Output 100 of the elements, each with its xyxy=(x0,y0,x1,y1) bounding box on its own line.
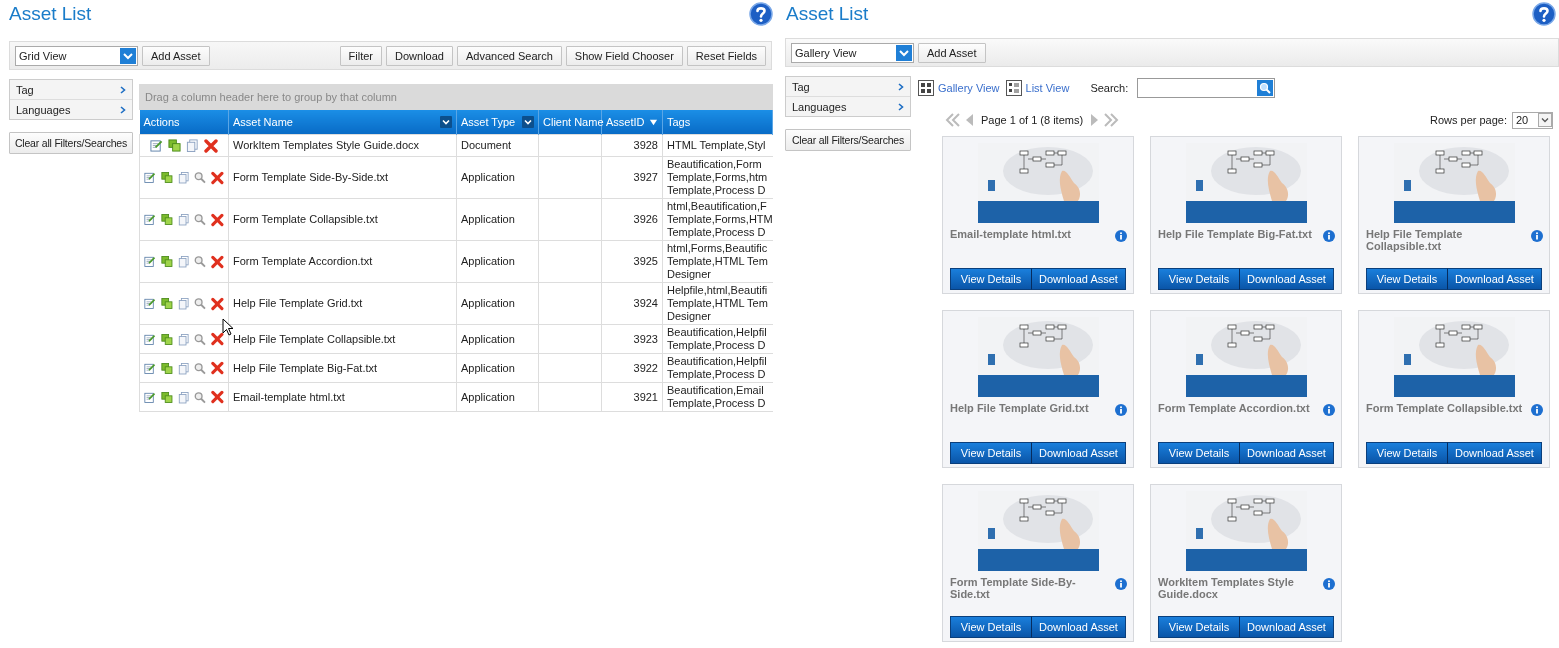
add-asset-button[interactable]: Add Asset xyxy=(918,42,986,63)
column-header[interactable]: Asset Name xyxy=(228,110,457,135)
toolbar-button[interactable]: Filter xyxy=(339,45,383,66)
download-asset-button[interactable]: Download Asset xyxy=(1448,442,1542,464)
edit-icon[interactable] xyxy=(144,332,156,346)
magnifier-icon[interactable] xyxy=(194,171,207,184)
info-icon[interactable] xyxy=(1531,230,1543,242)
column-header[interactable]: Asset Type xyxy=(456,110,539,135)
magnifier-icon[interactable] xyxy=(194,332,207,346)
copy-icon[interactable] xyxy=(160,332,173,346)
delete-icon[interactable] xyxy=(211,332,224,346)
pages-icon[interactable] xyxy=(177,390,190,404)
toolbar-button[interactable]: Download xyxy=(386,45,453,66)
table-cell-text: Template,Process D xyxy=(667,184,767,197)
download-asset-button[interactable]: Download Asset xyxy=(1240,268,1334,290)
list-view-icon[interactable] xyxy=(1005,80,1022,96)
download-asset-button[interactable]: Download Asset xyxy=(1032,442,1126,464)
magnifier-icon[interactable] xyxy=(194,390,207,404)
download-asset-button[interactable]: Download Asset xyxy=(1032,616,1126,638)
clear-filters-button[interactable]: Clear all Filters/Searches xyxy=(785,129,911,151)
column-header[interactable]: Client Name xyxy=(538,110,602,135)
edit-icon[interactable] xyxy=(144,171,156,184)
info-icon[interactable] xyxy=(1323,578,1335,590)
view-details-button[interactable]: View Details xyxy=(1158,442,1240,464)
info-icon[interactable] xyxy=(1323,404,1335,416)
delete-icon[interactable] xyxy=(211,296,224,311)
view-details-button[interactable]: View Details xyxy=(1158,616,1240,638)
sort-descending-icon[interactable] xyxy=(649,117,658,127)
filter-item[interactable]: Languages xyxy=(10,100,132,119)
edit-icon[interactable] xyxy=(144,361,156,375)
download-asset-button[interactable]: Download Asset xyxy=(1032,268,1126,290)
copy-icon[interactable] xyxy=(160,390,173,404)
help-icon[interactable] xyxy=(749,2,773,26)
download-asset-button[interactable]: Download Asset xyxy=(1240,616,1334,638)
info-icon[interactable] xyxy=(1531,404,1543,416)
view-details-button[interactable]: View Details xyxy=(950,268,1032,290)
delete-icon[interactable] xyxy=(211,170,224,185)
filter-item[interactable]: Languages xyxy=(786,97,910,116)
pages-icon[interactable] xyxy=(177,213,190,226)
copy-icon[interactable] xyxy=(160,361,173,375)
edit-icon[interactable] xyxy=(144,213,156,226)
pages-icon[interactable] xyxy=(186,139,199,152)
view-details-button[interactable]: View Details xyxy=(950,442,1032,464)
delete-icon[interactable] xyxy=(204,138,218,153)
download-asset-button[interactable]: Download Asset xyxy=(1240,442,1334,464)
magnifier-icon[interactable] xyxy=(194,255,207,268)
filter-item[interactable]: Tag xyxy=(786,77,910,97)
magnifier-icon[interactable] xyxy=(194,297,207,310)
first-page-icon[interactable] xyxy=(945,113,961,127)
help-icon[interactable] xyxy=(1532,2,1556,26)
view-link[interactable]: List View xyxy=(1025,82,1070,94)
pages-icon[interactable] xyxy=(177,297,190,310)
view-details-button[interactable]: View Details xyxy=(1366,268,1448,290)
view-link[interactable]: Gallery View xyxy=(938,82,1000,94)
clear-filters-button[interactable]: Clear all Filters/Searches xyxy=(9,132,133,154)
delete-icon[interactable] xyxy=(211,212,224,227)
column-menu-icon[interactable] xyxy=(440,116,452,128)
view-details-button[interactable]: View Details xyxy=(1366,442,1448,464)
edit-icon[interactable] xyxy=(150,139,163,152)
search-icon[interactable] xyxy=(1257,80,1274,96)
view-dropdown[interactable]: Gallery View xyxy=(791,42,914,63)
edit-icon[interactable] xyxy=(144,255,156,268)
copy-icon[interactable] xyxy=(160,297,173,310)
pages-icon[interactable] xyxy=(177,361,190,375)
copy-icon[interactable] xyxy=(160,171,173,184)
info-icon[interactable] xyxy=(1323,230,1335,242)
toolbar-button[interactable]: Show Field Chooser xyxy=(565,45,683,66)
column-header[interactable]: Tags xyxy=(662,110,773,135)
search-field[interactable] xyxy=(1137,78,1276,98)
pages-icon[interactable] xyxy=(177,332,190,346)
rows-per-page-dropdown[interactable]: 20 xyxy=(1512,111,1553,129)
edit-icon[interactable] xyxy=(144,297,156,310)
pages-icon[interactable] xyxy=(177,255,190,268)
magnifier-icon[interactable] xyxy=(194,213,207,226)
view-details-button[interactable]: View Details xyxy=(1158,268,1240,290)
filter-item[interactable]: Tag xyxy=(10,80,132,100)
delete-icon[interactable] xyxy=(211,361,224,375)
copy-icon[interactable] xyxy=(160,213,173,226)
edit-icon[interactable] xyxy=(144,390,156,404)
column-menu-icon[interactable] xyxy=(522,116,534,128)
copy-icon[interactable] xyxy=(168,139,181,152)
last-page-icon[interactable] xyxy=(1103,113,1120,127)
toolbar-button[interactable]: Reset Fields xyxy=(686,45,766,66)
next-page-icon[interactable] xyxy=(1090,114,1099,126)
info-icon[interactable] xyxy=(1115,230,1127,242)
download-asset-button[interactable]: Download Asset xyxy=(1448,268,1542,290)
previous-page-icon[interactable] xyxy=(966,114,974,126)
pages-icon[interactable] xyxy=(177,171,190,184)
view-dropdown[interactable]: Grid View xyxy=(15,45,138,66)
delete-icon[interactable] xyxy=(211,390,224,404)
add-asset-button[interactable]: Add Asset xyxy=(142,45,210,66)
magnifier-icon[interactable] xyxy=(194,361,207,375)
info-icon[interactable] xyxy=(1115,404,1127,416)
delete-icon[interactable] xyxy=(211,254,224,269)
view-details-button[interactable]: View Details xyxy=(950,616,1032,638)
toolbar-button[interactable]: Advanced Search xyxy=(456,45,562,66)
column-header[interactable]: Actions xyxy=(139,110,229,135)
copy-icon[interactable] xyxy=(160,255,173,268)
info-icon[interactable] xyxy=(1115,578,1127,590)
grid-view-icon[interactable] xyxy=(918,80,934,96)
